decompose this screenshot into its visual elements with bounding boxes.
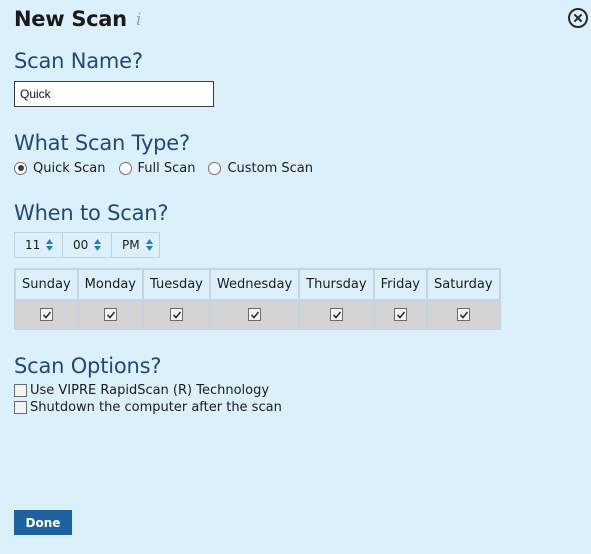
day-header-saturday: Saturday xyxy=(426,268,501,301)
day-cell-sunday xyxy=(14,300,79,330)
done-button[interactable]: Done xyxy=(14,510,72,535)
close-button[interactable] xyxy=(568,8,588,28)
custom-scan-radio[interactable] xyxy=(208,161,222,175)
ampm-spin-arrows[interactable] xyxy=(145,238,153,252)
day-cell-friday xyxy=(372,300,429,330)
sunday-checkbox[interactable] xyxy=(39,308,53,321)
close-icon xyxy=(574,14,582,22)
dialog-title: New Scan xyxy=(14,7,127,31)
day-cell-wednesday xyxy=(208,300,301,330)
chevron-up-icon[interactable] xyxy=(46,239,54,244)
day-header-tuesday: Tuesday xyxy=(141,268,211,301)
hour-value: 11 xyxy=(25,238,41,252)
day-cell-tuesday xyxy=(141,300,211,330)
day-header-friday: Friday xyxy=(372,268,429,301)
days-checkbox-row xyxy=(14,300,501,330)
days-header-row: Sunday Monday Tuesday Wednesday Thursday… xyxy=(14,268,501,301)
ampm-value: PM xyxy=(122,238,140,252)
quick-scan-radio[interactable] xyxy=(14,161,27,175)
full-scan-radio[interactable] xyxy=(118,161,132,175)
checkmark-icon xyxy=(172,311,182,319)
monday-checkbox[interactable] xyxy=(103,308,117,321)
ampm-spinner[interactable]: PM xyxy=(112,232,160,258)
schedule-heading: When to Scan? xyxy=(14,201,169,225)
shutdown-checkbox[interactable] xyxy=(14,401,27,414)
thursday-checkbox[interactable] xyxy=(329,308,343,321)
day-header-monday: Monday xyxy=(76,268,144,301)
checkmark-icon xyxy=(106,311,115,319)
wednesday-checkbox[interactable] xyxy=(248,308,261,321)
friday-checkbox[interactable] xyxy=(393,308,407,321)
info-icon[interactable]: i xyxy=(136,10,141,30)
day-header-sunday: Sunday xyxy=(14,268,79,301)
shutdown-option[interactable]: Shutdown the computer after the scan xyxy=(14,400,282,415)
hour-spin-arrows[interactable] xyxy=(46,238,54,252)
checkmark-icon xyxy=(250,311,260,319)
days-of-week-table: Sunday Monday Tuesday Wednesday Thursday… xyxy=(14,268,501,330)
checkmark-icon xyxy=(459,311,468,319)
checkmark-icon xyxy=(42,311,51,319)
time-picker: 11 00 PM xyxy=(14,232,160,258)
chevron-up-icon[interactable] xyxy=(94,239,102,244)
day-header-thursday: Thursday xyxy=(298,268,375,301)
quick-scan-option[interactable]: Quick Scan xyxy=(14,161,106,176)
chevron-up-icon[interactable] xyxy=(145,239,153,244)
tuesday-checkbox[interactable] xyxy=(169,308,183,321)
scan-name-heading: Scan Name? xyxy=(14,49,143,73)
minute-spin-arrows[interactable] xyxy=(94,238,102,252)
new-scan-dialog: New Scan i Scan Name? What Scan Type? Qu… xyxy=(0,0,591,554)
custom-scan-option[interactable]: Custom Scan xyxy=(208,161,313,176)
checkmark-icon xyxy=(332,311,341,319)
scan-type-radio-group: Quick Scan Full Scan Custom Scan xyxy=(14,159,326,177)
saturday-checkbox[interactable] xyxy=(456,308,470,321)
chevron-down-icon[interactable] xyxy=(94,246,102,251)
day-cell-saturday xyxy=(426,300,501,330)
rapidscan-label: Use VIPRE RapidScan (R) Technology xyxy=(30,383,270,398)
shutdown-label: Shutdown the computer after the scan xyxy=(30,400,282,415)
minute-value: 00 xyxy=(73,238,89,252)
day-cell-monday xyxy=(76,300,144,330)
hour-spinner[interactable]: 11 xyxy=(14,232,63,258)
full-scan-label: Full Scan xyxy=(137,160,196,176)
day-cell-thursday xyxy=(298,300,375,330)
minute-spinner[interactable]: 00 xyxy=(63,232,112,258)
checkmark-icon xyxy=(396,311,405,319)
chevron-down-icon[interactable] xyxy=(145,246,153,251)
rapidscan-checkbox[interactable] xyxy=(14,384,27,397)
scan-name-input[interactable] xyxy=(14,81,214,107)
full-scan-option[interactable]: Full Scan xyxy=(118,160,196,176)
scan-options-heading: Scan Options? xyxy=(14,354,162,378)
custom-scan-label: Custom Scan xyxy=(227,160,314,176)
scan-type-heading: What Scan Type? xyxy=(14,131,190,155)
chevron-down-icon[interactable] xyxy=(46,246,54,251)
rapidscan-option[interactable]: Use VIPRE RapidScan (R) Technology xyxy=(14,383,269,398)
day-header-wednesday: Wednesday xyxy=(208,268,301,301)
quick-scan-label: Quick Scan xyxy=(33,160,106,176)
